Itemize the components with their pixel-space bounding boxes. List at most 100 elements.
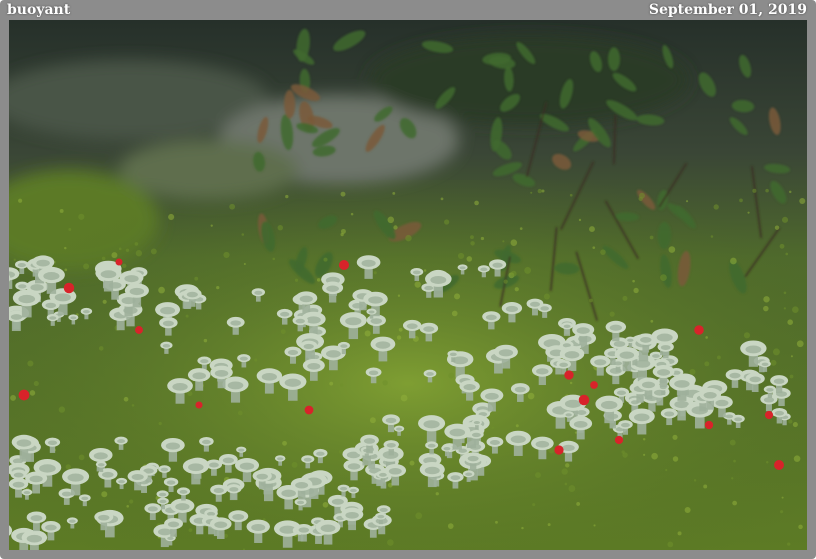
moss-tuft <box>78 454 85 461</box>
moss-tuft <box>398 327 403 332</box>
moss-tuft <box>621 450 625 454</box>
moss-tuft <box>799 197 806 205</box>
moss-tuft <box>713 204 719 210</box>
moss-tuft <box>64 268 68 272</box>
moss-tuft <box>272 257 276 261</box>
moss-tuft <box>785 252 789 256</box>
red-tip <box>694 325 704 335</box>
moss-tuft <box>78 213 85 220</box>
moss-tuft <box>519 227 523 230</box>
moss-tuft <box>693 479 697 482</box>
moss-tuft <box>565 463 570 468</box>
moss-tuft <box>466 256 473 262</box>
moss-tuft <box>609 311 615 317</box>
moss-tuft <box>530 191 533 194</box>
moss-tuft <box>13 258 16 261</box>
moss-tuft <box>187 391 193 397</box>
moss-tuft <box>752 188 757 193</box>
moss-tuft <box>576 502 581 506</box>
moss-tuft <box>329 381 334 386</box>
moss-tuft <box>589 298 593 303</box>
moss-tuft <box>280 329 286 335</box>
moss-tuft <box>101 491 108 498</box>
moss-tuft <box>535 472 541 479</box>
moss-tuft <box>451 310 458 317</box>
moss-tuft <box>373 271 377 275</box>
moss-tuft <box>781 496 784 499</box>
moss-tuft <box>643 453 646 456</box>
moss-tuft <box>123 396 129 402</box>
moss-tuft <box>561 468 568 475</box>
moss-tuft <box>684 506 691 514</box>
moss-tuft <box>203 338 208 343</box>
moss-tuft <box>216 286 220 290</box>
moss-tuft <box>423 269 427 272</box>
moss-tuft <box>532 503 536 507</box>
moss-tuft <box>125 248 130 252</box>
moss-tuft <box>59 209 64 213</box>
moss-tuft <box>763 305 769 312</box>
moss-tuft <box>126 505 130 508</box>
leaf <box>608 47 621 72</box>
moss-tuft <box>194 276 199 281</box>
moss-tuft <box>651 452 658 460</box>
moss-tuft <box>787 319 794 326</box>
moss-tuft <box>667 541 674 548</box>
moss-tuft <box>254 358 258 362</box>
moss-tuft <box>457 252 465 260</box>
moss-tuft <box>294 278 299 282</box>
moss-tuft <box>338 449 344 454</box>
moss-tuft <box>642 438 646 441</box>
moss-tuft <box>364 330 371 337</box>
red-tip <box>614 435 624 445</box>
moss-tuft <box>677 531 682 536</box>
moss-tuft <box>150 248 157 255</box>
moss-tuft <box>705 336 708 339</box>
moss-tuft <box>27 360 34 367</box>
moss-tuft <box>237 410 243 416</box>
moss-tuft <box>340 232 344 237</box>
moss-tuft <box>689 368 696 375</box>
moss-tuft <box>285 194 289 199</box>
moss-tuft <box>243 262 246 265</box>
moss-tuft <box>685 200 689 203</box>
moss-tuft <box>510 270 517 277</box>
moss-tuft <box>772 348 780 356</box>
lichen-moss-photo <box>9 20 807 550</box>
moss-tuft <box>382 380 388 386</box>
moss-tuft <box>589 226 595 233</box>
moss-tuft <box>111 252 118 259</box>
moss-tuft <box>765 460 769 464</box>
moss-tuft <box>660 274 667 281</box>
moss-tuft <box>316 278 321 282</box>
moss-tuft <box>444 219 450 225</box>
moss-tuft <box>733 459 736 463</box>
moss-tuft <box>322 501 329 508</box>
moss-tuft <box>716 355 721 360</box>
moss-tuft <box>29 390 36 396</box>
moss-tuft <box>510 239 518 246</box>
red-tip <box>590 381 598 389</box>
moss-tuft <box>470 235 474 240</box>
moss-tuft <box>470 241 475 246</box>
red-tip <box>18 389 30 401</box>
red-tip <box>195 401 203 409</box>
moss-tuft <box>783 291 787 295</box>
moss-tuft <box>397 294 401 297</box>
moss-tuft <box>447 523 454 529</box>
moss-tuft <box>435 492 439 496</box>
moss-tuft <box>537 188 543 194</box>
moss-tuft <box>134 242 139 246</box>
moss-tuft <box>229 203 236 210</box>
moss-tuft <box>710 235 714 238</box>
moss-tuft <box>763 296 770 303</box>
red-tip <box>578 394 590 406</box>
moss-tuft <box>64 246 67 250</box>
moss-tuft <box>393 225 398 230</box>
moss-tuft <box>792 421 798 428</box>
moss-tuft <box>632 279 635 283</box>
moss-tuft <box>480 236 485 241</box>
red-tip <box>774 460 784 470</box>
moss-tuft <box>569 193 573 197</box>
moss-tuft <box>350 212 354 216</box>
